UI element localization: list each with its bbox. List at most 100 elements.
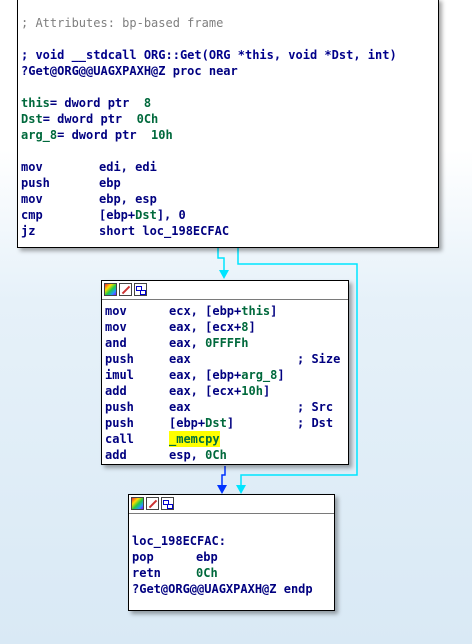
code-block-entry[interactable]: ; Attributes: bp-based frame ; void __st… bbox=[17, 0, 439, 248]
instr-op: push bbox=[105, 352, 134, 366]
edge-true-arrowhead bbox=[236, 485, 246, 494]
instr-op: retn bbox=[132, 566, 161, 580]
operand-var[interactable]: Dst bbox=[135, 208, 157, 222]
proc-footer: ?Get@ORG@@UAGXPAXH@Z endp bbox=[132, 581, 331, 597]
instr-line[interactable]: mov eax, [ecx+8] bbox=[105, 319, 345, 335]
location-label[interactable]: loc_198ECFAC: bbox=[132, 533, 331, 549]
edge-false-arrowhead bbox=[219, 270, 229, 279]
instr-op: mov bbox=[105, 304, 127, 318]
instr-args: [ebp+Dst] bbox=[169, 415, 234, 431]
var-dst-name[interactable]: Dst bbox=[21, 112, 43, 126]
operand-part: ] bbox=[277, 368, 285, 382]
edit-pencil-icon[interactable] bbox=[119, 283, 132, 296]
operand-var[interactable]: arg_8 bbox=[241, 368, 277, 382]
var-dst: Dst= dword ptr 0Ch bbox=[21, 111, 435, 127]
proc-name[interactable]: ?Get@ORG@@UAGXPAXH@Z bbox=[132, 582, 277, 596]
operand-const: 0Ch bbox=[205, 448, 227, 462]
var-dst-type: = dword ptr bbox=[42, 112, 137, 126]
instr-op: pop bbox=[132, 550, 154, 564]
operand-part: ], 0 bbox=[156, 208, 186, 222]
instr-line[interactable]: mov edi, edi bbox=[21, 159, 435, 175]
edge-fallthrough-arrowhead bbox=[217, 485, 227, 494]
instr-args: ecx, [ebp+this] bbox=[169, 303, 277, 319]
prototype-comment: ; void __stdcall ORG::Get(ORG *this, voi… bbox=[21, 48, 397, 62]
instr-line[interactable]: pop ebp bbox=[132, 549, 331, 565]
operand-part: ecx, [ebp+ bbox=[169, 304, 242, 318]
graph-overview-icon[interactable] bbox=[161, 497, 174, 510]
edge-fallthrough bbox=[221, 466, 226, 487]
operand-part: eax, [ecx+ bbox=[169, 320, 242, 334]
jump-target[interactable]: short loc_198ECFAC bbox=[99, 223, 229, 239]
instr-line[interactable]: imul eax, [ebp+arg_8] bbox=[105, 367, 345, 383]
block-toolbar bbox=[102, 281, 348, 300]
instr-comment: ; Size bbox=[297, 352, 341, 366]
proc-name[interactable]: ?Get@ORG@@UAGXPAXH@Z bbox=[21, 64, 166, 78]
instr-op: add bbox=[105, 384, 127, 398]
var-this-type: = dword ptr bbox=[49, 96, 144, 110]
instr-line[interactable]: push [ebp+Dst] ; Dst bbox=[105, 415, 345, 431]
operand-part: [ebp+ bbox=[99, 208, 136, 222]
instr-line[interactable]: cmp [ebp+Dst], 0 bbox=[21, 207, 435, 223]
graph-overview-icon[interactable] bbox=[134, 283, 147, 296]
instr-line[interactable]: add esp, 0Ch bbox=[105, 447, 345, 463]
var-this-offset: 8 bbox=[143, 96, 152, 110]
operand-part: ] bbox=[270, 304, 278, 318]
instr-args: [ebp+Dst], 0 bbox=[99, 207, 186, 223]
color-palette-icon[interactable] bbox=[104, 283, 117, 296]
var-this-name[interactable]: this bbox=[21, 96, 50, 110]
code-block-copy[interactable]: mov ecx, [ebp+this] mov eax, [ecx+8] and ea… bbox=[101, 280, 349, 465]
code-block-exit[interactable]: loc_198ECFAC: pop ebp retn 0Ch ?Get@ORG@@U… bbox=[128, 494, 335, 611]
var-arg8-type: = dword ptr bbox=[57, 128, 152, 142]
block-toolbar bbox=[129, 495, 334, 514]
instr-comment: ; Src bbox=[297, 400, 334, 414]
call-target-highlighted[interactable]: _memcpy bbox=[169, 431, 220, 447]
instr-line[interactable]: push eax ; Src bbox=[105, 399, 345, 415]
instr-op: mov bbox=[105, 320, 127, 334]
instr-op: mov bbox=[21, 160, 43, 174]
instr-op: imul bbox=[105, 368, 134, 382]
instr-comment: ; Dst bbox=[297, 416, 334, 430]
instr-line[interactable]: call _memcpy bbox=[105, 431, 345, 447]
instr-args: ebp bbox=[196, 550, 218, 564]
instr-op: mov bbox=[21, 192, 43, 206]
proc-header: ?Get@ORG@@UAGXPAXH@Z proc near bbox=[21, 63, 435, 79]
instr-args: ebp bbox=[99, 176, 121, 190]
instr-line[interactable]: mov ecx, [ebp+this] bbox=[105, 303, 345, 319]
operand-var[interactable]: this bbox=[241, 304, 270, 318]
operand-const: 0FFFFh bbox=[205, 336, 249, 350]
instr-args: eax, [ecx+10h] bbox=[169, 383, 270, 399]
instr-line[interactable]: push eax ; Size bbox=[105, 351, 345, 367]
instr-line[interactable]: jz short loc_198ECFAC bbox=[21, 223, 435, 239]
endp-keyword: endp bbox=[283, 582, 313, 596]
instr-line[interactable]: and eax, 0FFFFh bbox=[105, 335, 345, 351]
instr-op: and bbox=[105, 336, 127, 350]
instr-line[interactable]: push ebp bbox=[21, 175, 435, 191]
instr-line[interactable]: mov ebp, esp bbox=[21, 191, 435, 207]
instr-args: esp, 0Ch bbox=[169, 447, 227, 463]
instr-args: eax, 0FFFFh bbox=[169, 335, 248, 351]
var-this: this= dword ptr 8 bbox=[21, 95, 435, 111]
operand-part: eax, [ecx+ bbox=[169, 384, 242, 398]
instr-op: call bbox=[105, 432, 134, 446]
operand-part: [ebp+ bbox=[169, 416, 206, 430]
instr-args: eax, [ebp+arg_8] bbox=[169, 367, 285, 383]
color-palette-icon[interactable] bbox=[131, 497, 144, 510]
instr-args: eax bbox=[169, 400, 191, 414]
operand-part: ] bbox=[226, 416, 235, 430]
instr-op: add bbox=[105, 448, 127, 462]
instr-op: push bbox=[105, 416, 134, 430]
operand-const: 10h bbox=[241, 384, 263, 398]
instr-op: cmp bbox=[21, 208, 43, 222]
var-arg8-name[interactable]: arg_8 bbox=[21, 128, 57, 142]
operand-var[interactable]: Dst bbox=[205, 416, 227, 430]
var-dst-offset: 0Ch bbox=[136, 112, 159, 126]
instr-op: push bbox=[21, 176, 50, 190]
instr-line[interactable]: add eax, [ecx+10h] bbox=[105, 383, 345, 399]
instr-op: jz bbox=[21, 224, 36, 238]
operand-part: eax, [ebp+ bbox=[169, 368, 242, 382]
instr-line[interactable]: retn 0Ch bbox=[132, 565, 331, 581]
operand-part: esp, bbox=[169, 448, 206, 462]
edit-pencil-icon[interactable] bbox=[146, 497, 159, 510]
operand-const: 0Ch bbox=[196, 566, 218, 580]
edge-false-branch bbox=[217, 248, 225, 272]
